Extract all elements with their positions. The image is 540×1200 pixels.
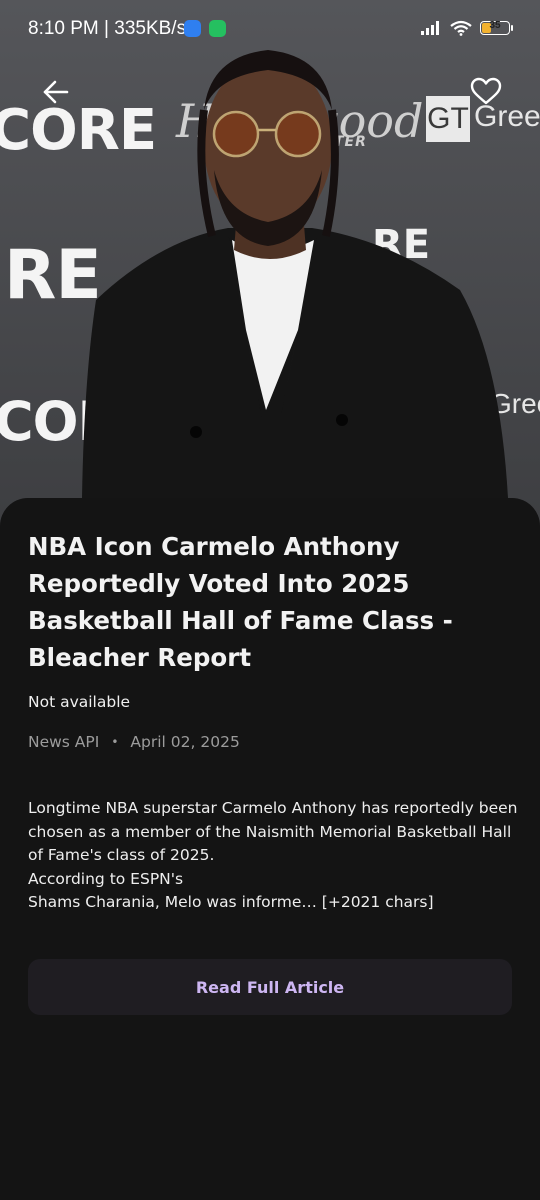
status-indicators: 35 (420, 20, 513, 36)
person-photo (82, 50, 508, 498)
signal-icon (421, 21, 439, 35)
description-line: chosen as a member of the Naismith Memor… (28, 822, 512, 841)
meta-separator: • (111, 735, 119, 749)
description-line: Longtime NBA superstar Carmelo Anthony h… (28, 799, 518, 817)
messages-app-icon (184, 20, 201, 37)
read-full-article-button[interactable]: Read Full Article (28, 959, 512, 1015)
article-title-line: Reportedly Voted Into 2025 (28, 569, 410, 598)
article-title-line: NBA Icon Carmelo Anthony (28, 532, 400, 561)
heart-outline-icon (470, 77, 502, 105)
article-date: April 02, 2025 (130, 733, 240, 751)
description-line: According to ESPN's (28, 869, 184, 888)
description-line: of Fame's class of 2025. (28, 846, 215, 864)
status-time-speed: 8:10 PM | 335KB/s (28, 18, 187, 39)
description-line: Shams Charania, Melo was informe… [+2021… (28, 893, 434, 911)
article-meta: News API • April 02, 2025 (28, 733, 240, 751)
favorite-button[interactable] (466, 72, 506, 112)
battery-icon: 35 (480, 20, 513, 35)
article-author: Not available (28, 693, 131, 711)
arrow-left-icon (43, 80, 69, 104)
article-title-line: Basketball Hall of Fame Class - (28, 606, 453, 635)
article-hero-image: CORE RE COR Hollywood TER GT Green Gree … (0, 0, 540, 560)
article-source: News API (28, 733, 100, 751)
whatsapp-icon (209, 20, 226, 37)
wifi-icon (450, 20, 472, 36)
article-title: NBA Icon Carmelo Anthony Reportedly Vote… (28, 528, 514, 676)
status-bar: 8:10 PM | 335KB/s 35 (0, 0, 540, 60)
battery-cap (511, 25, 513, 31)
article-title-line: Bleacher Report (28, 643, 252, 672)
battery-level: 35 (489, 20, 501, 31)
back-button[interactable] (36, 72, 76, 112)
article-description: Longtime NBA superstar Carmelo Anthony h… (28, 797, 518, 915)
